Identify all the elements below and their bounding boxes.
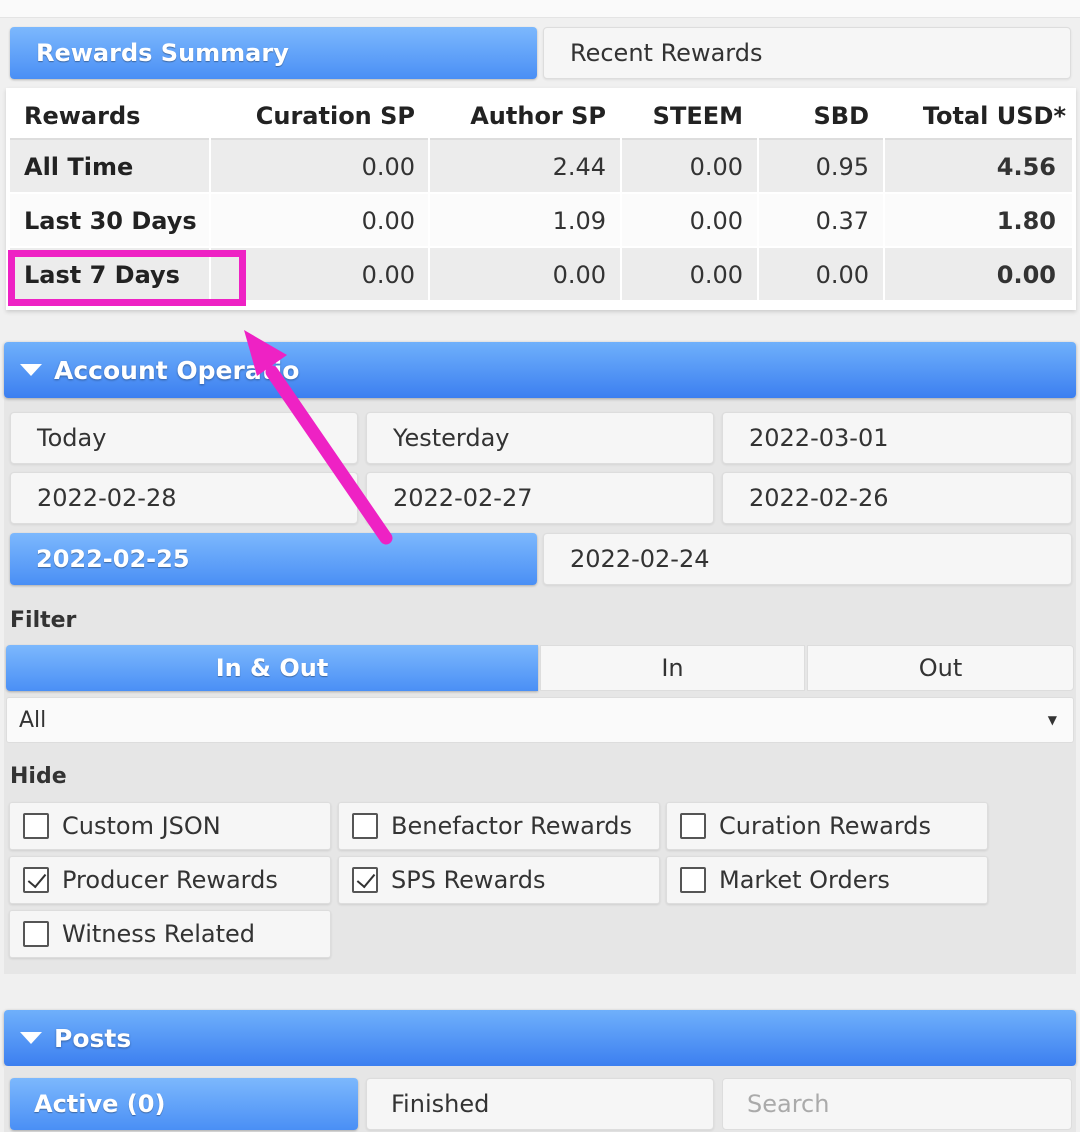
annotation-arrow-icon <box>244 330 393 545</box>
